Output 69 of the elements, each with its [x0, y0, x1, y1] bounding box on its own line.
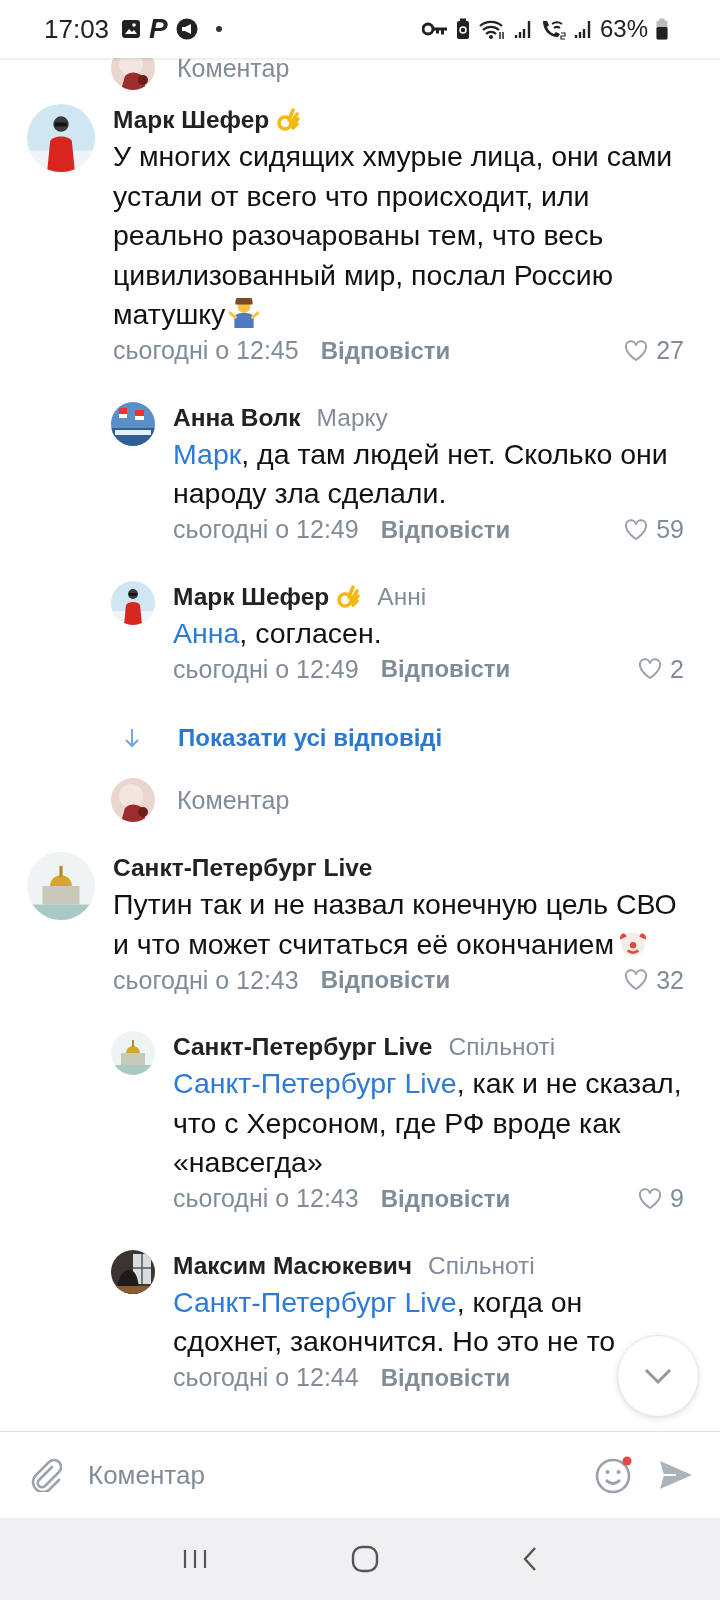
reply-link[interactable]: Відповісти [320, 966, 451, 994]
paperclip-icon[interactable] [30, 1458, 62, 1492]
author-name[interactable]: Анна Волк [173, 403, 301, 432]
ok-hand-icon [277, 108, 302, 132]
author-name[interactable]: Санкт-Петербург Live [113, 854, 373, 882]
comment-text: Санкт-Петербург Live, когда он сдохнет, закончится. Но это не то [173, 1284, 617, 1359]
send-icon[interactable] [658, 1459, 694, 1491]
signal-icon [513, 19, 532, 39]
clock: 17:03 [44, 13, 110, 45]
addressee: Спільноті [428, 1251, 535, 1280]
comment-time: сьогодні о 12:44 [173, 1363, 359, 1392]
wifi-icon [477, 18, 506, 40]
comment-time: сьогодні о 12:49 [173, 515, 359, 544]
addressee: Спільноті [448, 1033, 556, 1061]
image-icon [121, 19, 142, 39]
emoji-icon[interactable] [594, 1455, 634, 1495]
battery-level: 63% [599, 15, 648, 43]
arrow-down-icon [124, 728, 140, 748]
like-button[interactable]: 32 [624, 965, 684, 995]
comment-prompt[interactable]: Коментар [177, 785, 290, 815]
reply-link[interactable]: Відповісти [380, 1184, 511, 1213]
author-name[interactable]: Марк Шефер [113, 106, 270, 134]
mention-link[interactable]: Анна [173, 616, 240, 649]
comment-prompt[interactable]: Коментар [177, 58, 290, 83]
like-button[interactable]: 59 [624, 515, 684, 544]
show-all-replies-link[interactable]: Показати усі відповіді [178, 724, 443, 752]
home-icon[interactable] [351, 1545, 379, 1573]
ok-hand-icon [337, 584, 362, 609]
mention-link[interactable]: Санкт-Петербург Live [173, 1285, 457, 1318]
like-button[interactable]: 2 [638, 654, 684, 684]
heart-icon [624, 969, 649, 991]
recent-apps-icon[interactable] [181, 1548, 208, 1570]
reply-link[interactable]: Відповісти [380, 1363, 511, 1392]
comment-time: сьогодні о 12:43 [113, 965, 299, 995]
author-name[interactable]: Марк Шефер [173, 582, 330, 611]
heart-icon [638, 1187, 663, 1210]
mention-link[interactable]: Санкт-Петербург Live [173, 1067, 457, 1099]
author-name[interactable]: Санкт-Петербург Live [173, 1033, 433, 1061]
reply-link[interactable]: Відповісти [380, 655, 511, 683]
like-button[interactable]: 9 [638, 1184, 684, 1213]
comment-input[interactable]: Коментар [86, 1458, 570, 1492]
megaphone-icon [175, 18, 198, 40]
battery-icon [656, 18, 668, 40]
comment-time: сьогодні о 12:43 [173, 1184, 359, 1213]
addressee: Марку [316, 403, 388, 432]
battery-saver-icon [455, 18, 470, 40]
heart-icon [624, 339, 649, 362]
comment-time: сьогодні о 12:45 [113, 336, 299, 365]
shrugging-person-icon [229, 298, 260, 328]
author-name[interactable]: Максим Масюкевич [173, 1251, 412, 1280]
signal-icon [573, 19, 592, 39]
comment-text: Путин так и не назвал конечную цель СВО и что может считаться её окончанием [113, 887, 678, 962]
back-icon[interactable] [522, 1546, 539, 1572]
heart-icon [624, 518, 649, 541]
heart-icon [638, 658, 663, 680]
reply-link[interactable]: Відповісти [320, 336, 451, 365]
addressee: Анні [377, 582, 427, 611]
key-icon [421, 22, 448, 36]
comment-text: Санкт-Петербург Live, как и не сказал, что с Херсоном, где РФ вроде как «навсегда» [173, 1066, 683, 1180]
dot-icon [215, 26, 222, 32]
comment-text: У многих сидящих хмурые лица, они сами устали от всего что происходит, или реально разочарованы тем, что весь цивилизованный мир, послал Россию матушку [113, 139, 674, 332]
comment-time: сьогодні о 12:49 [173, 654, 359, 684]
like-button[interactable]: 27 [624, 336, 684, 365]
comment-text: Марк, да там людей нет. Сколько они народу зла сделали. [173, 436, 669, 511]
comment-text: Анна, согласен. [173, 615, 383, 651]
chevron-down-icon [643, 1367, 673, 1385]
app-glyph: P [149, 15, 168, 43]
reply-link[interactable]: Відповісти [380, 515, 511, 544]
mention-link[interactable]: Марк [173, 437, 242, 470]
